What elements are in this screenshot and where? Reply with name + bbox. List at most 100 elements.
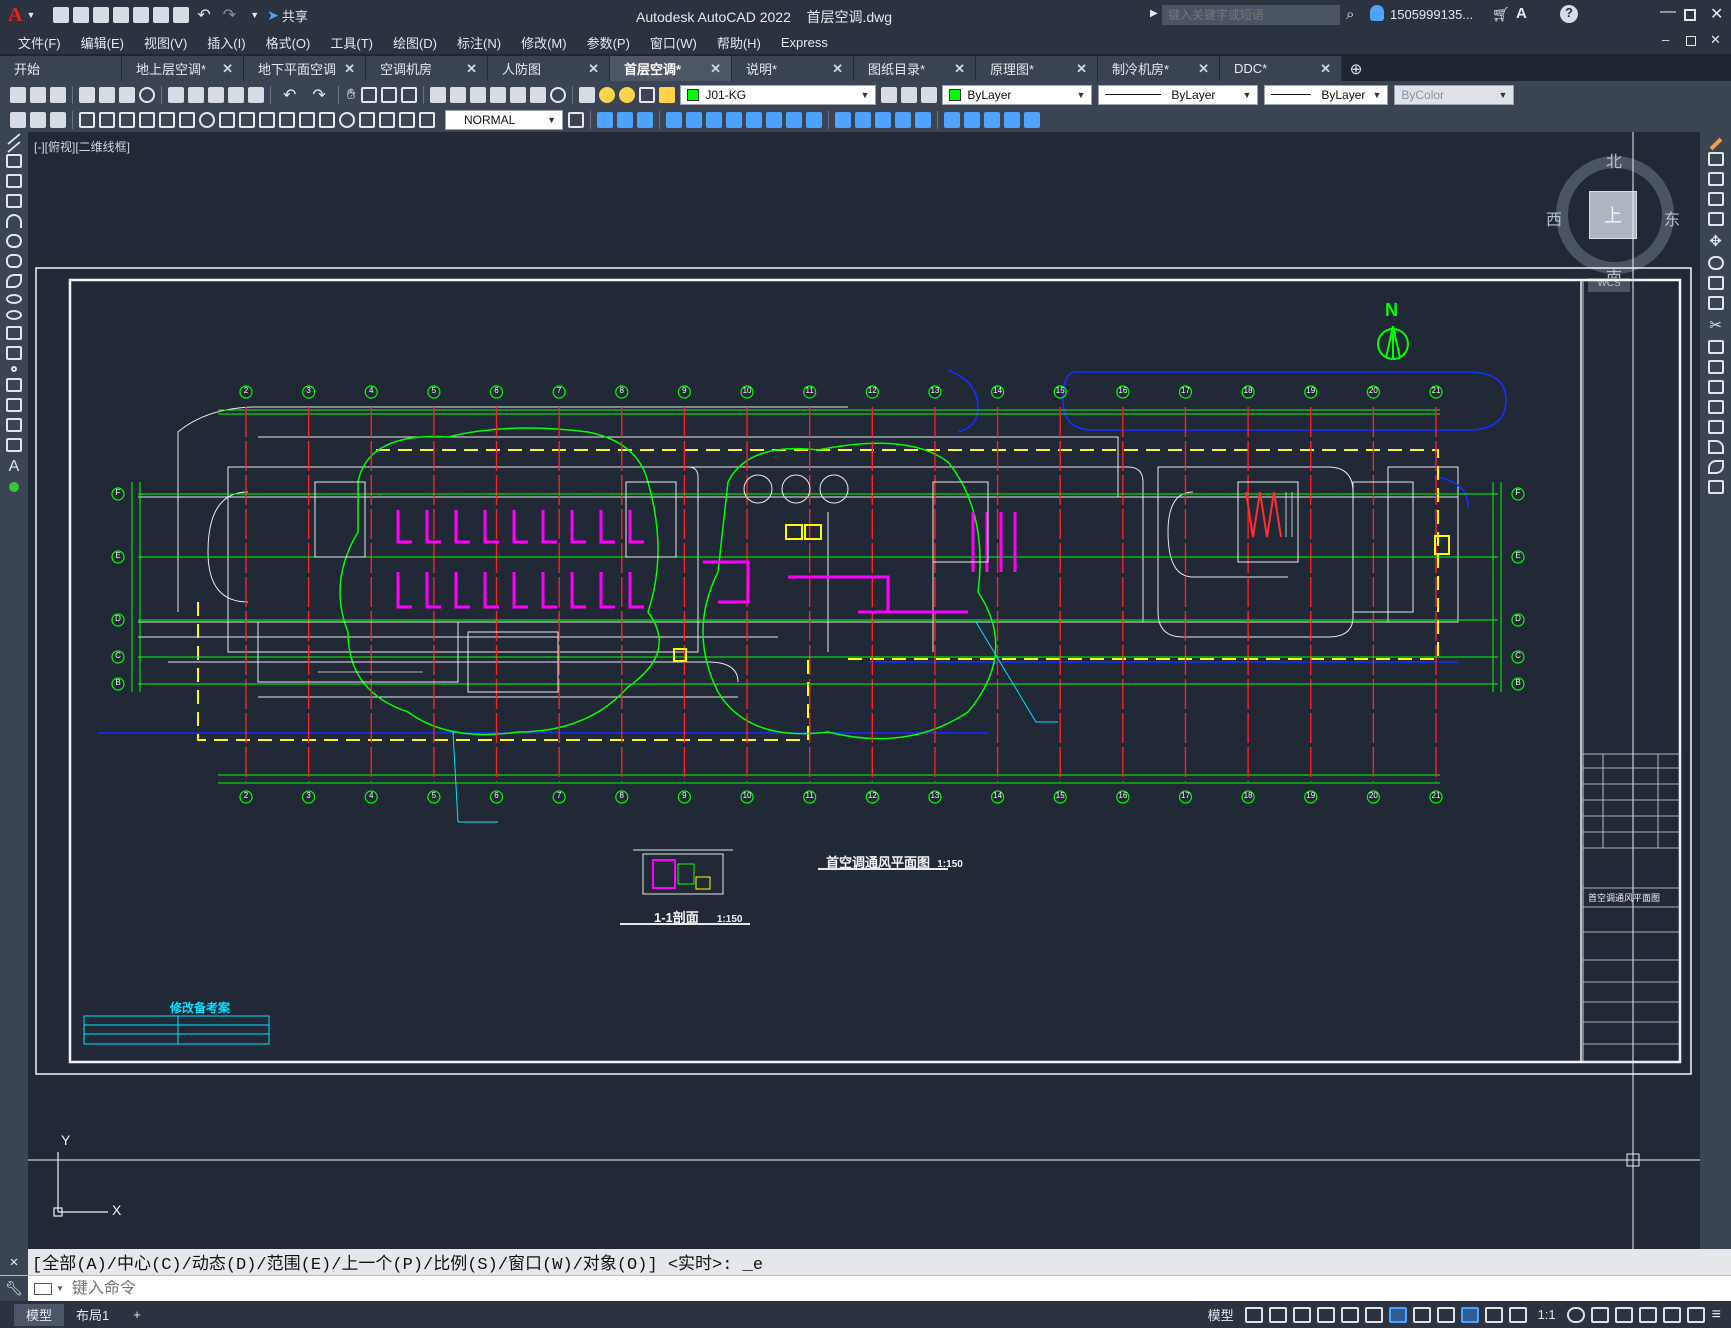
doc-minimize-button[interactable]: – — [1662, 32, 1669, 47]
continue-dim-icon[interactable] — [279, 111, 295, 128]
diameter-dim-icon[interactable] — [199, 111, 215, 128]
ellipse-arc-icon[interactable] — [6, 310, 22, 320]
save-icon[interactable] — [93, 7, 110, 23]
layer-viewport-icon[interactable] — [639, 86, 656, 103]
minimize-button[interactable]: — — [1660, 3, 1676, 21]
qnew-icon[interactable] — [10, 86, 26, 103]
dim-space-icon[interactable] — [299, 111, 315, 128]
dim-edit-icon[interactable] — [399, 111, 415, 128]
menu-file[interactable]: 文件(F) — [8, 33, 71, 52]
insert-block-icon[interactable] — [6, 326, 22, 340]
object-snap-tracking-icon[interactable] — [1364, 1306, 1383, 1323]
match-properties-icon[interactable] — [228, 86, 244, 103]
move-icon[interactable] — [706, 111, 722, 128]
new-file-icon[interactable] — [53, 7, 70, 23]
jogged-dim-icon[interactable] — [179, 111, 195, 128]
fillet-icon[interactable] — [895, 111, 911, 128]
layer-previous-icon[interactable] — [901, 86, 918, 103]
undo-icon[interactable]: ↶ — [283, 85, 296, 105]
lineweight-dropdown[interactable]: ByLayer ▼ — [1264, 84, 1389, 105]
offset-icon[interactable] — [666, 111, 682, 128]
close-icon[interactable]: ✕ — [1320, 61, 1331, 77]
save-icon[interactable] — [50, 86, 66, 103]
user-icon[interactable] — [1370, 5, 1384, 21]
layer-iso-icon[interactable] — [50, 111, 66, 128]
gradient-icon[interactable] — [6, 398, 22, 412]
open-file-icon[interactable] — [73, 7, 90, 23]
lineweight-icon[interactable] — [1412, 1306, 1431, 1323]
auto-scale-icon[interactable] — [1484, 1306, 1503, 1323]
tab-underground-ac[interactable]: 地下平面空调 ✕ — [244, 56, 366, 81]
erase-icon[interactable] — [597, 111, 613, 128]
multiline-text-icon[interactable]: A — [0, 458, 28, 476]
plot-icon[interactable] — [173, 7, 190, 23]
tab-schematic[interactable]: 原理图* ✕ — [976, 56, 1098, 81]
close-button[interactable]: ✕ — [1710, 4, 1723, 24]
copy-icon[interactable] — [188, 86, 204, 103]
drawing-canvas[interactable]: [-][俯视][二维线框] 北 南 西 东 上 WCS — [28, 132, 1700, 1249]
mirror-icon[interactable] — [1707, 172, 1724, 186]
move-icon[interactable]: ✥ — [1700, 232, 1731, 250]
doc-close-button[interactable]: ✕ — [1710, 32, 1721, 48]
menu-insert[interactable]: 插入(I) — [197, 33, 255, 52]
dim-text-edit-icon[interactable] — [419, 111, 435, 128]
customize-menu-icon[interactable]: ≡ — [1712, 1306, 1721, 1324]
properties-icon[interactable] — [430, 86, 447, 103]
close-icon[interactable]: ✕ — [954, 61, 965, 77]
sheet-set-icon[interactable] — [490, 86, 507, 103]
tab-first-floor-ac[interactable]: 首层空调* ✕ — [610, 56, 732, 81]
trim-icon[interactable]: ✂ — [1700, 316, 1731, 334]
undo-icon[interactable]: ↶ — [197, 5, 210, 25]
object-snap-icon[interactable] — [1388, 1306, 1407, 1323]
center-mark-icon[interactable] — [339, 111, 355, 128]
tab-chiller-room[interactable]: 制冷机房* ✕ — [1098, 56, 1220, 81]
dim-style-dropdown[interactable]: NORMAL ▼ — [445, 109, 563, 130]
close-icon[interactable]: ✕ — [710, 61, 721, 77]
stretch-icon[interactable] — [1707, 296, 1724, 310]
menu-express[interactable]: Express — [771, 35, 838, 50]
add-layout-button[interactable]: + — [121, 1304, 153, 1326]
hatch-back-icon[interactable] — [1024, 111, 1040, 128]
tab-civil-defense[interactable]: 人防图 ✕ — [488, 56, 610, 81]
blend-curves-icon[interactable] — [1707, 460, 1724, 474]
redo-icon[interactable]: ↷ — [223, 5, 236, 25]
close-icon[interactable]: ✕ — [344, 61, 355, 77]
app-menu-chevron-icon[interactable]: ▼ — [26, 10, 35, 20]
circle-icon[interactable] — [6, 234, 22, 248]
linear-dim-icon[interactable] — [79, 111, 95, 128]
ortho-icon[interactable] — [1292, 1306, 1311, 1323]
break-icon[interactable] — [835, 111, 851, 128]
annotation-monitor-icon[interactable] — [1590, 1306, 1609, 1323]
radius-dim-icon[interactable] — [159, 111, 175, 128]
join-icon[interactable] — [855, 111, 871, 128]
layer-lock-icon[interactable] — [659, 86, 676, 103]
dim-style-icon[interactable] — [10, 111, 26, 128]
angular-dim-icon[interactable] — [219, 111, 235, 128]
layer-properties-icon[interactable] — [579, 86, 596, 103]
layer-freeze-sun-icon[interactable] — [619, 86, 636, 103]
color-dropdown[interactable]: ByLayer ▼ — [942, 84, 1093, 105]
spline-icon[interactable] — [6, 274, 22, 288]
make-current-layer-icon[interactable] — [881, 86, 898, 103]
region-icon[interactable] — [6, 418, 22, 432]
layer-states-icon[interactable] — [921, 86, 938, 103]
menu-dimension[interactable]: 标注(N) — [447, 33, 511, 52]
open-icon[interactable] — [30, 86, 46, 103]
model-space-button[interactable]: 模型 — [1208, 1305, 1234, 1324]
add-selected-icon[interactable] — [9, 482, 19, 492]
save-as-icon[interactable] — [113, 7, 130, 23]
join-icon[interactable] — [1707, 400, 1724, 414]
new-tab-button[interactable]: ⊕ — [1342, 56, 1370, 81]
web-mobile-icon[interactable] — [133, 7, 150, 23]
tolerance-icon[interactable] — [319, 111, 335, 128]
units-icon[interactable] — [1614, 1306, 1633, 1323]
tab-start[interactable]: 开始 — [0, 56, 122, 81]
polygon-icon[interactable] — [6, 174, 22, 188]
hatch-icon[interactable] — [6, 378, 22, 392]
point-icon[interactable] — [11, 366, 17, 372]
redo-icon[interactable]: ↷ — [312, 85, 325, 105]
scale-icon[interactable] — [1707, 276, 1724, 290]
explode-icon[interactable] — [1707, 480, 1724, 494]
arc-icon[interactable] — [6, 214, 22, 228]
linetype-dropdown[interactable]: ByLayer ▼ — [1098, 84, 1259, 105]
